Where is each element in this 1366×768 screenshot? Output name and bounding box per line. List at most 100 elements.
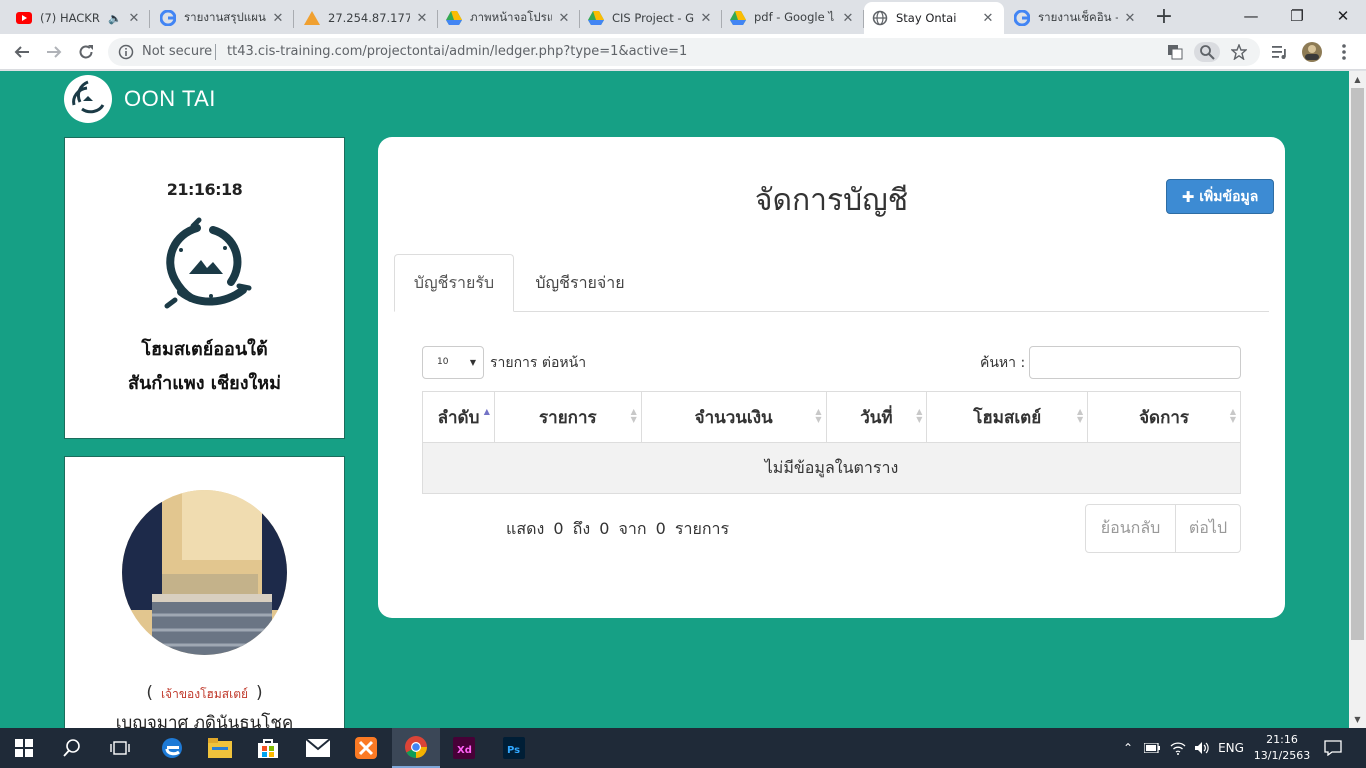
- column-header-label: ลำดับ: [437, 407, 480, 428]
- page-viewport: OON TAI 21:16:18 โฮมสเตย์ออนใต้ สันกำแพง…: [0, 71, 1349, 728]
- translate-icon[interactable]: [1164, 42, 1186, 62]
- language-indicator[interactable]: ENG: [1214, 728, 1248, 768]
- url-text[interactable]: tt43.cis-training.com/projectontai/admin…: [227, 44, 687, 59]
- page-length-value: 10: [437, 357, 449, 367]
- scroll-up-icon[interactable]: ▲: [1349, 71, 1366, 88]
- file-explorer-icon[interactable]: [196, 728, 244, 768]
- browser-tab[interactable]: 27.254.87.177 ✕: [296, 2, 438, 34]
- close-tab-icon[interactable]: ✕: [980, 11, 996, 26]
- google-icon: [1014, 10, 1030, 26]
- task-view-icon[interactable]: [96, 728, 144, 768]
- add-data-label: เพิ่มข้อมูล: [1199, 188, 1259, 205]
- svg-text:Xd: Xd: [457, 745, 472, 756]
- close-tab-icon[interactable]: ✕: [556, 11, 572, 26]
- owner-card: (เจ้าของโฮมสเตย์) เบญจมาศ ภดินันธนโชค: [64, 456, 345, 728]
- previous-page-button[interactable]: ย้อนกลับ: [1086, 505, 1176, 552]
- live-clock: 21:16:18: [166, 180, 243, 199]
- mail-icon[interactable]: [294, 728, 342, 768]
- browser-tab[interactable]: pdf - Google ไ ✕: [722, 2, 864, 34]
- tab-expense[interactable]: บัญชีรายจ่าย: [520, 254, 640, 312]
- empty-table-message: ไม่มีข้อมูลในตาราง: [422, 442, 1241, 494]
- arrow-right-icon: [47, 46, 62, 58]
- edge-icon[interactable]: [148, 728, 196, 768]
- browser-tab[interactable]: CIS Project - G ✕: [580, 2, 722, 34]
- scroll-down-icon[interactable]: ▼: [1349, 711, 1366, 728]
- browser-tab-active[interactable]: Stay Ontai ✕: [864, 2, 1004, 34]
- info-icon[interactable]: [118, 44, 134, 60]
- page-title: จัดการบัญชี: [754, 183, 909, 218]
- column-header[interactable]: วันที่ ▲ ▼: [825, 391, 928, 443]
- next-page-button[interactable]: ต่อไป: [1176, 505, 1240, 552]
- adobe-xd-icon[interactable]: Xd: [440, 728, 488, 768]
- forward-button[interactable]: [40, 38, 68, 66]
- search-input[interactable]: [1029, 346, 1241, 379]
- page-length-select[interactable]: 10 ▼: [422, 346, 484, 379]
- minimize-button[interactable]: —: [1228, 0, 1274, 32]
- system-clock[interactable]: 21:16 13/1/2563: [1250, 732, 1314, 764]
- browser-tab[interactable]: รายงานเช็คอิน - ✕: [1006, 2, 1146, 34]
- arrow-left-icon: [14, 46, 29, 58]
- omnibox-divider: [215, 44, 216, 60]
- wifi-icon[interactable]: [1166, 728, 1190, 768]
- column-header[interactable]: โฮมสเตย์ ▲ ▼: [926, 391, 1089, 443]
- google-icon: [160, 10, 176, 26]
- column-header[interactable]: ลำดับ ▲: [422, 391, 495, 443]
- column-header[interactable]: จำนวนเงิน ▲ ▼: [640, 391, 827, 443]
- photoshop-icon[interactable]: Ps: [490, 728, 538, 768]
- table-info: แสดง 0 ถึง 0 จาก 0 รายการ: [506, 519, 730, 538]
- site-brand[interactable]: OON TAI: [64, 75, 216, 123]
- notification-icon[interactable]: [1318, 728, 1348, 768]
- column-header-label: จำนวนเงิน: [694, 407, 773, 428]
- google-drive-icon: [446, 10, 462, 26]
- close-tab-icon[interactable]: ✕: [270, 11, 286, 26]
- scrollbar-thumb[interactable]: [1351, 88, 1364, 640]
- owner-name: เบญจมาศ ภดินันธนโชค: [115, 713, 294, 728]
- page-scrollbar[interactable]: ▲ ▼: [1349, 71, 1366, 728]
- store-icon[interactable]: [244, 728, 292, 768]
- media-controls-icon[interactable]: [1268, 40, 1292, 64]
- owner-role-text: เจ้าของโฮมสเตย์: [160, 687, 249, 701]
- system-date: 13/1/2563: [1253, 749, 1311, 762]
- tab-income[interactable]: บัญชีรายรับ: [394, 254, 514, 312]
- close-tab-icon[interactable]: ✕: [698, 11, 714, 26]
- chrome-icon[interactable]: [392, 728, 440, 768]
- volume-icon[interactable]: [1190, 728, 1214, 768]
- reload-button[interactable]: [72, 38, 100, 66]
- globe-icon: [872, 10, 888, 26]
- browser-tab[interactable]: ภาพหน้าจอโปรแก ✕: [438, 2, 580, 34]
- search-label: ค้นหา :: [980, 355, 1026, 371]
- close-tab-icon[interactable]: ✕: [1122, 11, 1138, 26]
- back-button[interactable]: [8, 38, 36, 66]
- close-tab-icon[interactable]: ✕: [126, 11, 142, 26]
- bookmark-star-icon[interactable]: [1228, 42, 1250, 62]
- sort-icon: ▲ ▼: [630, 407, 637, 424]
- tab-title: Stay Ontai: [896, 11, 957, 25]
- add-data-button[interactable]: ✚ เพิ่มข้อมูล: [1166, 179, 1274, 214]
- browser-tab[interactable]: (7) HACKR 🔈 ✕: [8, 2, 150, 34]
- fish-logo-icon: [64, 75, 112, 123]
- windows-start-icon[interactable]: [0, 728, 48, 768]
- restore-button[interactable]: ❐: [1274, 0, 1320, 32]
- new-tab-button[interactable]: +: [1152, 6, 1176, 30]
- column-header[interactable]: จัดการ ▲ ▼: [1087, 391, 1241, 443]
- column-header-label: จัดการ: [1139, 407, 1190, 428]
- search-icon[interactable]: [48, 728, 96, 768]
- column-header-label: วันที่: [860, 407, 893, 428]
- browser-tab[interactable]: รายงานสรุปแผนลูก ✕: [152, 2, 294, 34]
- plus-icon: ✚: [1181, 187, 1195, 206]
- menu-kebab-icon[interactable]: [1332, 40, 1356, 64]
- tab-title: (7) HACKR: [40, 11, 100, 25]
- not-secure-label: Not secure: [142, 44, 213, 59]
- address-bar[interactable]: Not secure tt43.cis-training.com/project…: [108, 38, 1260, 66]
- profile-avatar[interactable]: [1300, 40, 1324, 64]
- close-window-button[interactable]: ✕: [1320, 0, 1366, 32]
- speaker-icon[interactable]: 🔈: [108, 12, 122, 25]
- column-header[interactable]: รายการ ▲ ▼: [493, 391, 642, 443]
- zoom-icon[interactable]: [1194, 42, 1220, 62]
- ledger-panel: จัดการบัญชี ✚ เพิ่มข้อมูล บัญชีรายรับ บั…: [378, 137, 1285, 618]
- battery-icon[interactable]: [1140, 728, 1164, 768]
- close-tab-icon[interactable]: ✕: [840, 11, 856, 26]
- close-tab-icon[interactable]: ✕: [414, 11, 430, 26]
- xampp-icon[interactable]: [342, 728, 390, 768]
- chevron-up-icon[interactable]: ⌃: [1118, 728, 1138, 768]
